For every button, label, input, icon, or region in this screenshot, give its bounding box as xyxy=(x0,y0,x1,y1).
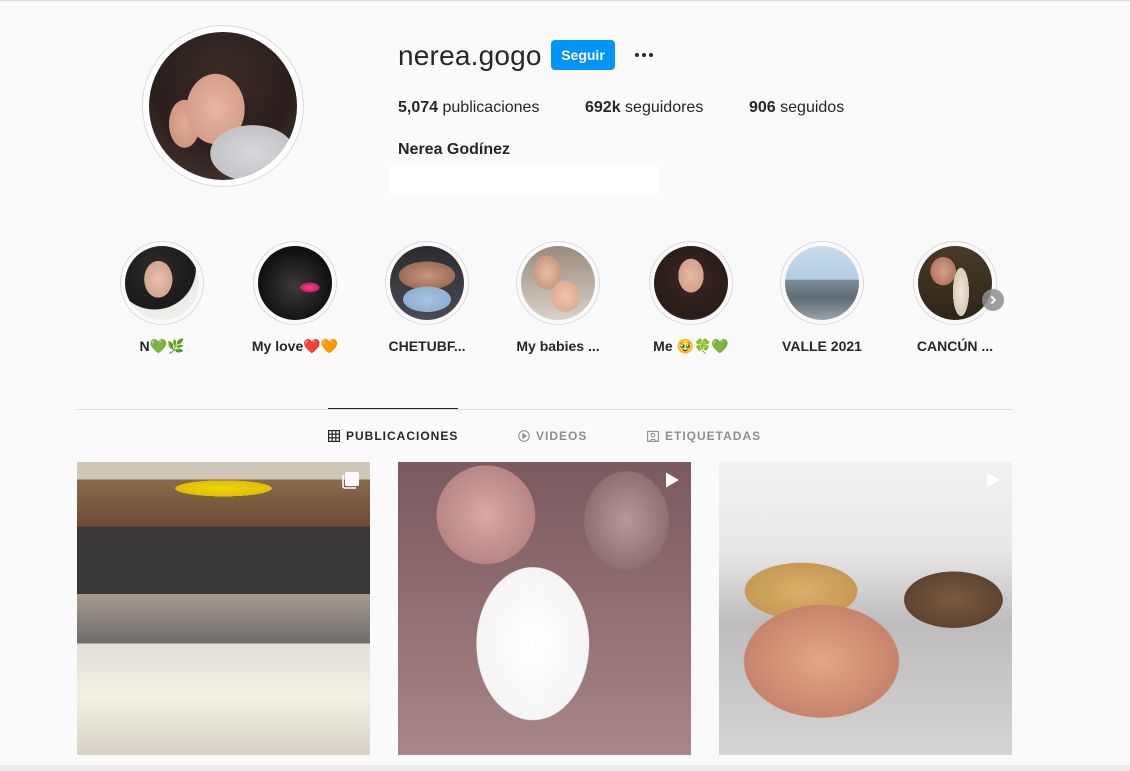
username: nerea.gogo xyxy=(398,40,542,71)
post-thumbnail[interactable] xyxy=(719,462,1012,755)
posts-label: publicaciones xyxy=(442,99,540,116)
highlight-ring xyxy=(120,241,204,325)
highlight-ring xyxy=(649,241,733,325)
followers-count: 692k xyxy=(585,99,621,116)
avatar[interactable] xyxy=(149,32,297,180)
tag-icon xyxy=(647,430,659,442)
followers-stat[interactable]: 692k seguidores xyxy=(585,99,703,117)
grid-icon xyxy=(328,430,340,442)
highlight-cover xyxy=(390,246,464,320)
highlight-cover xyxy=(918,246,992,320)
tab-etiquetadas[interactable]: ETIQUETADAS xyxy=(647,429,761,443)
highlight-cover xyxy=(125,246,199,320)
followers-label: seguidores xyxy=(625,99,704,116)
highlight-ring xyxy=(780,241,864,325)
tab-label: VIDEOS xyxy=(536,429,588,443)
more-options-icon[interactable] xyxy=(630,40,658,70)
highlight-cover xyxy=(654,246,728,320)
highlight-ring xyxy=(913,241,997,325)
full-name: Nerea Godínez xyxy=(398,141,511,158)
video-icon xyxy=(987,472,1000,488)
carousel-icon xyxy=(342,472,359,489)
highlight-ring xyxy=(253,241,337,325)
highlight-ring xyxy=(385,241,469,325)
active-tab-indicator xyxy=(328,408,458,409)
following-count: 906 xyxy=(749,99,776,116)
highlight-label: CANCÚN ... xyxy=(916,338,994,354)
tab-videos[interactable]: VIDEOS xyxy=(518,429,587,443)
following-label: seguidos xyxy=(780,99,845,116)
follow-button[interactable]: Seguir xyxy=(551,40,615,70)
tab-publicaciones[interactable]: PUBLICACIONES xyxy=(328,429,458,443)
following-stat[interactable]: 906 seguidos xyxy=(749,99,844,117)
horizontal-scrollbar[interactable] xyxy=(0,765,1130,771)
highlight-cover xyxy=(785,246,859,320)
highlight-label: CHETUBF... xyxy=(388,338,466,354)
posts-count-stat: 5,074 publicaciones xyxy=(398,99,539,117)
tab-label: ETIQUETADAS xyxy=(665,429,762,443)
highlight-ring xyxy=(516,241,600,325)
highlight-cover xyxy=(258,246,332,320)
highlight-label: My babies ... xyxy=(516,338,600,354)
post-thumbnail[interactable] xyxy=(398,462,691,755)
posts-count: 5,074 xyxy=(398,99,439,116)
video-icon xyxy=(666,472,679,488)
post-thumbnail[interactable] xyxy=(77,462,370,755)
tabs-divider xyxy=(77,409,1012,410)
highlight-cover xyxy=(521,246,595,320)
top-border xyxy=(0,0,1130,1)
highlight-label: My love❤️🧡 xyxy=(251,338,339,354)
highlight-label: N💚🌿 xyxy=(139,338,185,354)
tab-label: PUBLICACIONES xyxy=(346,429,459,443)
highlight-label: Me 🥹🍀💚 xyxy=(653,338,729,354)
highlight-label: VALLE 2021 xyxy=(782,338,862,354)
next-highlights-icon[interactable] xyxy=(982,289,1004,311)
bio-redacted xyxy=(391,165,657,195)
play-circle-icon xyxy=(518,430,530,442)
